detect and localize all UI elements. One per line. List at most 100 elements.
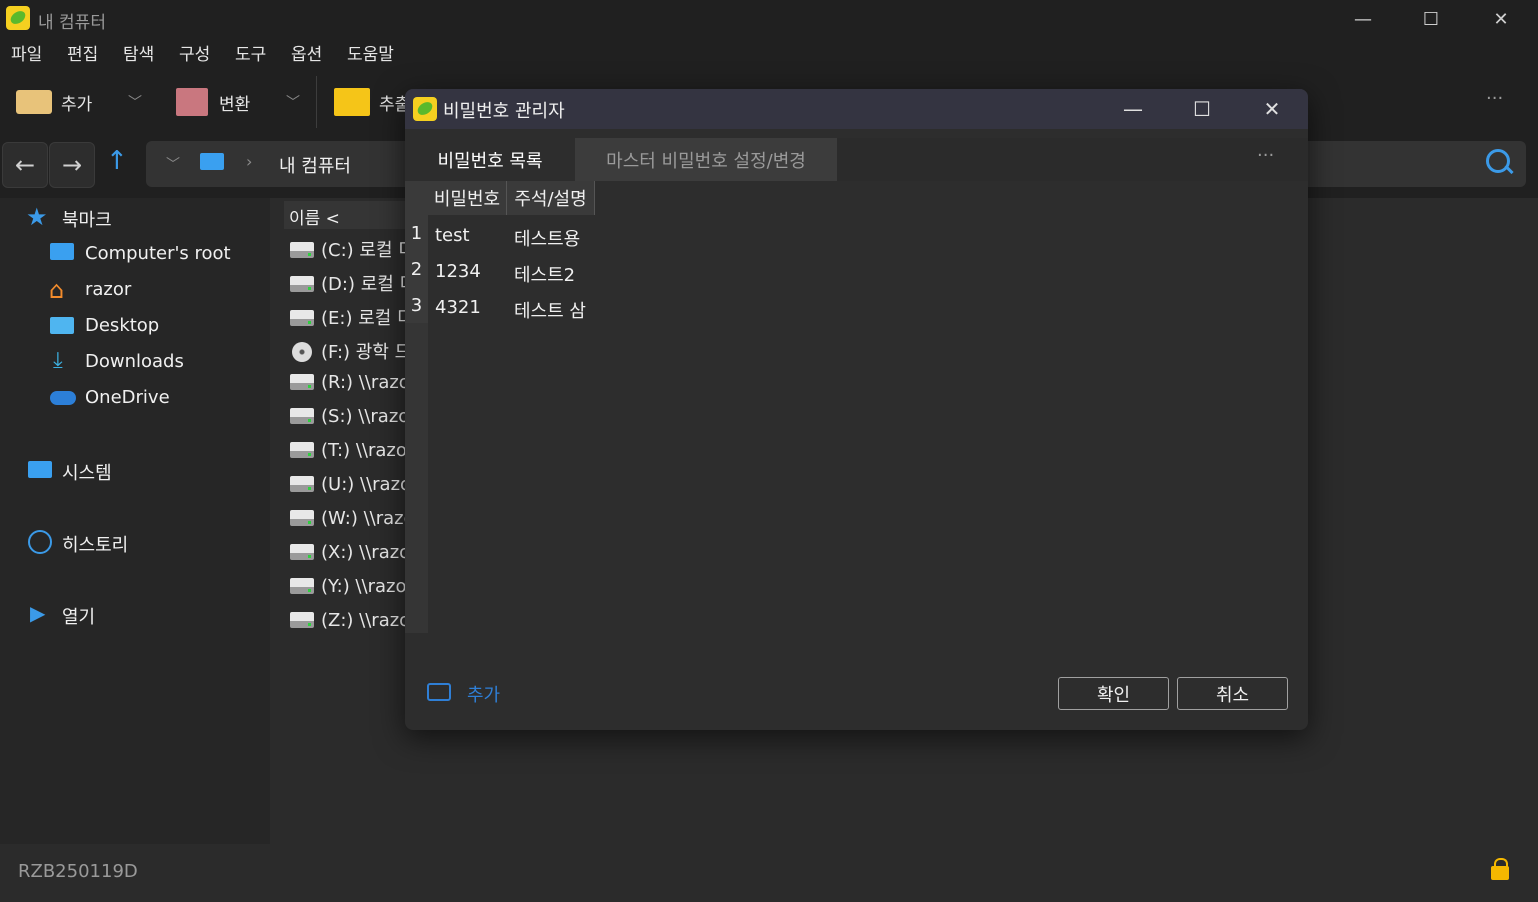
hard-drive-icon [290,310,314,326]
network-drive-icon [290,578,314,594]
optical-disc-icon [292,342,312,362]
onedrive-cloud-icon [50,391,76,405]
sidebar-item-desktop[interactable]: Desktop [85,315,159,336]
extract-folder-icon [334,88,370,116]
archive-add-icon [16,90,52,114]
menu-edit[interactable]: 편집 [67,40,98,65]
network-drive-icon [290,612,314,628]
column-header-name-label: 이름 < [289,209,340,229]
list-item[interactable]: (Y:) \\razor [290,576,406,597]
forward-arrow-icon[interactable]: → [49,142,95,188]
list-item[interactable]: (S:) \\razor [290,406,406,427]
system-folder-icon [28,461,52,478]
extract-button[interactable]: 추출 [379,90,407,115]
dialog-title: 비밀번호 관리자 [443,101,565,122]
ok-button[interactable]: 확인 [1058,677,1169,710]
add-button[interactable]: 추가 [61,90,92,115]
history-clock-icon [28,530,52,554]
list-item[interactable]: (C:) 로컬 디스크 [290,236,406,262]
dialog-more-button[interactable]: ··· [1257,145,1274,166]
list-item[interactable]: (E:) 로컬 디스크 [290,304,406,330]
dialog-minimize-button[interactable]: — [1098,89,1168,129]
row-header[interactable]: 1 [405,215,428,252]
minimize-button[interactable]: — [1328,0,1398,38]
add-dropdown-chevron-icon[interactable]: ﹀ [128,92,142,112]
list-item[interactable]: (W:) \\razor [290,508,406,529]
computer-icon [200,153,224,170]
add-chat-icon[interactable] [427,683,451,701]
lock-icon-shackle [1494,858,1508,870]
column-header-password[interactable]: 비밀번호 [428,181,507,215]
network-drive-icon [290,476,314,492]
row-header-column [405,323,428,633]
cell-note[interactable]: 테스트2 [514,261,575,287]
convert-button[interactable]: 변환 [219,90,250,115]
toolbar-divider [316,76,317,128]
dialog-maximize-button[interactable]: ☐ [1167,89,1237,129]
cell-password[interactable]: test [435,225,470,246]
password-manager-dialog: 비밀번호 관리자 — ☐ ✕ 비밀번호 목록 마스터 비밀번호 설정/변경 ··… [405,89,1308,730]
list-item[interactable]: (T:) \\razor [290,440,406,461]
add-entry-link[interactable]: 추가 [467,681,500,707]
home-icon: ⌂ [49,276,65,304]
cell-note[interactable]: 테스트용 [514,225,580,251]
menu-organize[interactable]: 구성 [179,40,210,65]
tab-password-list[interactable]: 비밀번호 목록 [405,138,575,181]
sidebar-bookmarks-header[interactable]: 북마크 [62,206,112,232]
breadcrumb-my-computer[interactable]: 내 컴퓨터 [279,152,351,178]
cell-password[interactable]: 4321 [435,297,481,318]
toolbar-more-button[interactable]: ··· [1486,88,1503,109]
dialog-close-button[interactable]: ✕ [1237,89,1307,129]
list-item[interactable]: (R:) \\razor [290,372,406,393]
sidebar-item-downloads[interactable]: Downloads [85,351,184,372]
sidebar-open[interactable]: 열기 [62,603,95,629]
network-drive-icon [290,544,314,560]
address-history-chevron-icon[interactable]: ﹀ [166,154,180,174]
sidebar [0,198,270,844]
convert-dropdown-chevron-icon[interactable]: ﹀ [286,92,300,112]
menu-file[interactable]: 파일 [11,40,42,65]
sidebar-item-onedrive[interactable]: OneDrive [85,387,170,408]
list-item[interactable]: (D:) 로컬 디스크 [290,270,406,296]
sidebar-history[interactable]: 히스토리 [62,531,128,557]
menu-help[interactable]: 도움말 [347,40,394,65]
back-arrow-icon[interactable]: ← [2,142,48,188]
list-item[interactable]: (X:) \\razor [290,542,406,563]
convert-icon [176,88,208,116]
row-header[interactable]: 2 [405,251,428,288]
title-bar [0,0,1538,38]
cell-password[interactable]: 1234 [435,261,481,282]
app-logo-icon [413,97,437,121]
sidebar-item-computers-root[interactable]: Computer's root [85,243,231,264]
maximize-button[interactable]: ☐ [1396,0,1466,38]
sidebar-item-razor[interactable]: razor [85,279,131,300]
status-text: RZB250119D [18,861,138,882]
hard-drive-icon [290,276,314,292]
sidebar-system[interactable]: 시스템 [62,459,112,485]
list-item[interactable]: (F:) 광학 드라이브 [290,338,406,364]
menu-bar [0,38,1538,68]
grid-corner[interactable] [405,181,428,215]
download-icon: ⤓ [53,348,63,373]
row-header[interactable]: 3 [405,287,428,324]
up-arrow-icon[interactable]: ↑ [106,146,128,176]
menu-options[interactable]: 옵션 [291,40,322,65]
open-play-icon: ▶ [30,601,46,625]
network-drive-icon [290,442,314,458]
cell-note[interactable]: 테스트 삼 [514,297,586,323]
column-header-note[interactable]: 주석/설명 [507,181,595,215]
breadcrumb-separator: › [246,152,253,171]
list-item[interactable]: (U:) \\razor [290,474,406,495]
app-logo-icon [6,6,30,30]
menu-navigate[interactable]: 탐색 [123,40,154,65]
list-item[interactable]: (Z:) \\razor [290,610,406,631]
menu-tools[interactable]: 도구 [235,40,266,65]
close-button[interactable]: ✕ [1466,0,1536,38]
network-drive-icon [290,374,314,390]
hard-drive-icon [290,242,314,258]
tab-master-password[interactable]: 마스터 비밀번호 설정/변경 [575,138,837,181]
desktop-icon [50,317,74,334]
status-bar [0,844,1538,902]
cancel-button[interactable]: 취소 [1177,677,1288,710]
network-drive-icon [290,408,314,424]
